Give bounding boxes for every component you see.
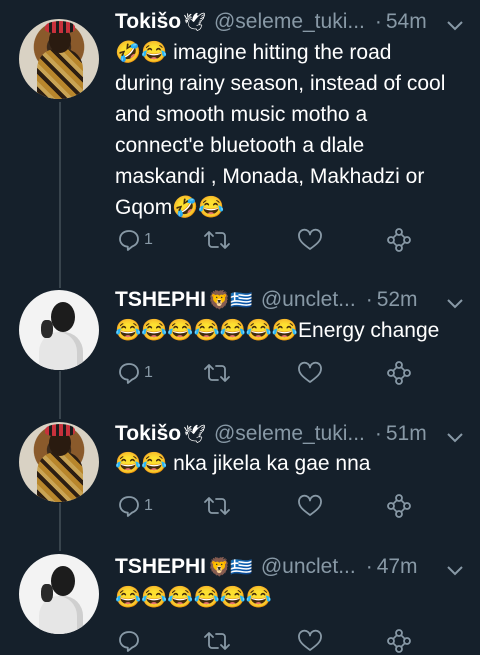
tweet-text-line: and smooth music motho a bbox=[115, 103, 368, 126]
avatar[interactable] bbox=[19, 290, 99, 370]
reply-count: 1 bbox=[144, 231, 153, 248]
tweet[interactable]: TSHEPHI 🦁🇬🇷 @unclet... · 47m 😂😂😂😂😂😂 bbox=[0, 549, 480, 653]
reply-button[interactable]: 1 bbox=[117, 226, 153, 254]
retweet-icon bbox=[203, 494, 231, 518]
share-button[interactable] bbox=[387, 226, 411, 254]
tweet-text-line: connect'e bluetooth a dlale bbox=[115, 134, 365, 157]
like-button[interactable] bbox=[297, 627, 323, 655]
chevron-down-icon[interactable] bbox=[447, 292, 463, 309]
name-emoji: 🕊 bbox=[183, 11, 206, 32]
tweet-actions: 1 bbox=[115, 226, 415, 254]
tweet-text-line: 😂😂😂😂😂😂 bbox=[115, 586, 272, 609]
like-icon bbox=[297, 361, 323, 385]
share-button[interactable] bbox=[387, 359, 411, 387]
avatar[interactable] bbox=[19, 554, 99, 634]
retweet-button[interactable] bbox=[203, 226, 231, 254]
tweet-text: 😂😂 nka jikela ka gae nna bbox=[115, 448, 465, 479]
tweet-actions: 1 bbox=[115, 359, 415, 387]
user-handle[interactable]: @seleme_tuki... bbox=[214, 422, 365, 446]
tweet-text: 🤣😂 imagine hitting the road during rainy… bbox=[115, 37, 465, 223]
display-name[interactable]: TSHEPHI bbox=[115, 288, 206, 312]
display-name[interactable]: Tokišo bbox=[115, 10, 181, 34]
share-button[interactable] bbox=[387, 492, 411, 520]
name-emoji: 🕊 bbox=[183, 423, 206, 444]
reply-icon bbox=[117, 494, 141, 518]
share-icon bbox=[387, 493, 411, 519]
tweet[interactable]: Tokišo 🕊 @seleme_tuki... · 54m 🤣😂 imagin… bbox=[0, 0, 480, 285]
chevron-down-icon[interactable] bbox=[447, 559, 463, 576]
like-icon bbox=[297, 494, 323, 518]
timestamp-sep: · bbox=[365, 288, 373, 311]
display-name[interactable]: Tokišo bbox=[115, 422, 181, 446]
reply-button[interactable] bbox=[117, 627, 144, 655]
tweet-text-line: during rainy season, instead of cool bbox=[115, 72, 446, 95]
retweet-icon bbox=[203, 228, 231, 252]
chevron-down-icon[interactable] bbox=[447, 426, 463, 443]
share-button[interactable] bbox=[387, 627, 411, 655]
reply-icon bbox=[117, 361, 141, 385]
reply-button[interactable]: 1 bbox=[117, 492, 153, 520]
tweet[interactable]: Tokišo 🕊 @seleme_tuki... · 51m 😂😂 nka ji… bbox=[0, 417, 480, 549]
avatar[interactable] bbox=[19, 19, 99, 99]
avatar[interactable] bbox=[19, 422, 99, 502]
reply-icon bbox=[117, 629, 141, 653]
like-button[interactable] bbox=[297, 492, 323, 520]
tweet-text-line: Gqom🤣😂 bbox=[115, 196, 225, 219]
retweet-button[interactable] bbox=[203, 492, 231, 520]
tweet-text-line: 😂😂 nka jikela ka gae nna bbox=[115, 452, 371, 475]
retweet-button[interactable] bbox=[203, 359, 231, 387]
chevron-down-icon[interactable] bbox=[447, 14, 463, 31]
reply-count: 1 bbox=[144, 497, 153, 514]
name-emoji: 🦁🇬🇷 bbox=[208, 289, 253, 310]
timestamp[interactable]: 54m bbox=[386, 10, 427, 34]
retweet-button[interactable] bbox=[203, 627, 231, 655]
tweet-text-line: 🤣😂 imagine hitting the road bbox=[115, 41, 392, 64]
display-name[interactable]: TSHEPHI bbox=[115, 555, 206, 579]
share-icon bbox=[387, 628, 411, 654]
like-icon bbox=[297, 228, 323, 252]
timestamp[interactable]: 52m bbox=[377, 288, 418, 312]
like-icon bbox=[297, 629, 323, 653]
reply-icon bbox=[117, 228, 141, 252]
user-handle[interactable]: @unclet... bbox=[261, 288, 356, 312]
like-button[interactable] bbox=[297, 359, 323, 387]
tweet-header: Tokišo 🕊 @seleme_tuki... · 51m bbox=[115, 420, 463, 448]
tweet-header: TSHEPHI 🦁🇬🇷 @unclet... · 47m bbox=[115, 553, 463, 581]
tweet-actions bbox=[115, 627, 415, 655]
share-icon bbox=[387, 227, 411, 253]
timestamp[interactable]: 47m bbox=[377, 555, 418, 579]
user-handle[interactable]: @unclet... bbox=[261, 555, 356, 579]
reply-count: 1 bbox=[144, 364, 153, 381]
timestamp-sep: · bbox=[365, 555, 373, 578]
tweet[interactable]: TSHEPHI 🦁🇬🇷 @unclet... · 52m 😂😂😂😂😂😂😂Ener… bbox=[0, 285, 480, 417]
timestamp-sep: · bbox=[374, 422, 382, 445]
tweet-text: 😂😂😂😂😂😂 bbox=[115, 582, 465, 613]
tweet-text-line: maskandi , Monada, Makhadzi or bbox=[115, 165, 425, 188]
user-handle[interactable]: @seleme_tuki... bbox=[214, 10, 365, 34]
tweet-text-line: 😂😂😂😂😂😂😂Energy change bbox=[115, 319, 440, 342]
tweet-header: Tokišo 🕊 @seleme_tuki... · 54m bbox=[115, 8, 463, 36]
name-emoji: 🦁🇬🇷 bbox=[208, 556, 253, 577]
reply-button[interactable]: 1 bbox=[117, 359, 153, 387]
retweet-icon bbox=[203, 361, 231, 385]
like-button[interactable] bbox=[297, 226, 323, 254]
timestamp[interactable]: 51m bbox=[386, 422, 427, 446]
tweet-actions: 1 bbox=[115, 492, 415, 520]
tweet-header: TSHEPHI 🦁🇬🇷 @unclet... · 52m bbox=[115, 286, 463, 314]
timestamp-sep: · bbox=[374, 10, 382, 33]
share-icon bbox=[387, 360, 411, 386]
retweet-icon bbox=[203, 629, 231, 653]
tweet-text: 😂😂😂😂😂😂😂Energy change bbox=[115, 315, 465, 346]
